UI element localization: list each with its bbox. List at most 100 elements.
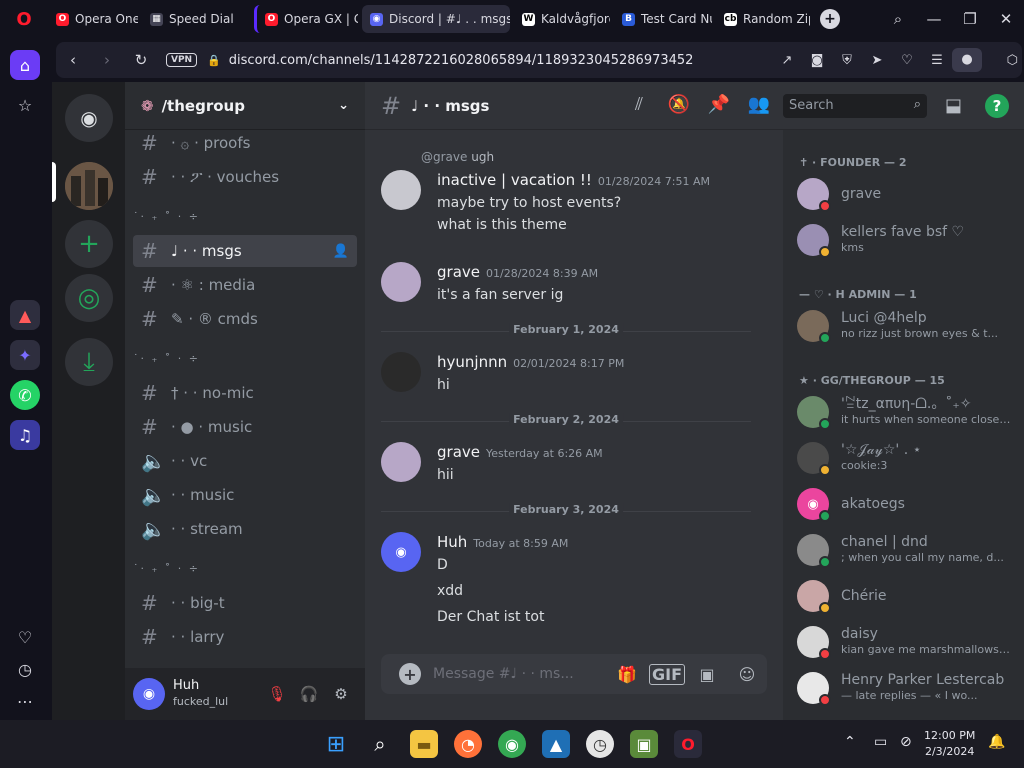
new-tab-button[interactable]: + — [820, 9, 840, 29]
message-author[interactable]: hyunjnnn — [437, 353, 507, 371]
inbox-icon[interactable]: ⬓ — [945, 95, 962, 116]
history-icon[interactable]: ◷ — [10, 654, 40, 684]
url-field[interactable]: discord.com/channels/1142872216028065894… — [229, 53, 694, 68]
tab-wikipedia[interactable]: W Kaldvågfjord — [514, 5, 610, 33]
aria-icon[interactable]: ▲ — [10, 300, 40, 330]
chevron-up-icon[interactable]: ⌃ — [844, 734, 856, 750]
firefox-icon[interactable]: ◔ — [454, 730, 482, 758]
maximize-icon[interactable]: ❐ — [952, 10, 988, 28]
category-header[interactable]: ˙‧ ₊ ˚ ‧ ÷ — [133, 210, 200, 223]
reply-preview[interactable]: @grave ugh — [421, 150, 494, 164]
attach-plus-icon[interactable]: + — [399, 663, 421, 685]
messenger-icon[interactable]: ✦ — [10, 340, 40, 370]
tab-discord[interactable]: ◉ Discord | #♩ . . msgs — [362, 5, 510, 33]
easy-setup-icon[interactable]: ☰ — [922, 53, 952, 68]
threads-icon[interactable]: ⫽ — [619, 94, 659, 115]
sticker-icon[interactable]: ▣ — [687, 665, 727, 684]
music-player-icon[interactable]: ♫ — [10, 420, 40, 450]
tab-test-card[interactable]: B Test Card Nu — [614, 5, 712, 33]
send-icon[interactable]: ➤ — [862, 53, 892, 68]
category-header[interactable]: ˙‧ ₊ ˚ ‧ ÷ — [133, 352, 200, 365]
search-icon[interactable]: ⌕ — [366, 730, 394, 758]
category-header[interactable]: ˙‧ ₊ ˚ ‧ ÷ — [133, 562, 200, 575]
tab-opera-one[interactable]: O Opera One — [48, 5, 138, 33]
channel-cmds[interactable]: # ✎ · ® cmds — [133, 303, 357, 335]
close-icon[interactable]: ✕ — [988, 10, 1024, 28]
member-item[interactable]: Luci @4help no rizz just brown eyes & t..… — [797, 306, 1019, 346]
invite-member-icon[interactable]: 👤 — [333, 244, 349, 259]
channel-big-t[interactable]: # · · big-t — [133, 587, 357, 619]
pin-icon[interactable]: 📌 — [699, 94, 739, 115]
message-author[interactable]: Huh — [437, 533, 467, 551]
search-tabs-icon[interactable]: ⌕ — [880, 10, 916, 28]
member-item[interactable]: Henry Parker Lestercab — late replies — «… — [797, 668, 1019, 708]
tab-speed-dial[interactable]: ▦ Speed Dial — [142, 5, 250, 33]
channel-larry[interactable]: # · · larry — [133, 621, 357, 653]
lock-icon[interactable]: 🔒 — [207, 54, 221, 67]
search-input[interactable]: Search ⌕ — [783, 94, 927, 118]
add-server-icon[interactable]: + — [65, 220, 113, 268]
clock-app-icon[interactable]: ◷ — [586, 730, 614, 758]
avatar[interactable]: ◉ — [133, 678, 165, 710]
explore-servers-icon[interactable]: ◎ — [65, 274, 113, 322]
message-author[interactable]: grave — [437, 263, 480, 281]
member-item[interactable]: 'ꊂtz_απυη-ᗝ.。˚₊✧ it hurts when someone cl… — [797, 392, 1019, 432]
channel-music-text[interactable]: # · ● · music — [133, 411, 357, 443]
more-icon[interactable]: ⋯ — [10, 686, 40, 716]
member-item[interactable]: kellers fave bsf ♡ kms — [797, 220, 1019, 260]
channel-vouches[interactable]: # · · ፖ · vouches — [133, 161, 357, 193]
message-author[interactable]: grave — [437, 443, 480, 461]
forward-icon[interactable]: › — [90, 51, 124, 69]
mic-muted-icon[interactable]: 🎙 — [261, 685, 293, 703]
avatar[interactable] — [381, 262, 421, 302]
back-icon[interactable]: ‹ — [56, 51, 90, 69]
gift-icon[interactable]: 🎁 — [607, 665, 647, 684]
tab-random-zip[interactable]: cb Random Zip — [716, 5, 810, 33]
server-thegroup-icon[interactable] — [65, 162, 113, 210]
avatar[interactable] — [381, 352, 421, 392]
system-clock[interactable]: 12:00 PM 2/3/2024 — [924, 728, 975, 760]
voice-channel-stream[interactable]: 🔈 · · stream — [133, 513, 357, 545]
opera-taskbar-icon[interactable]: O — [674, 730, 702, 758]
member-item[interactable]: chanel | dnd; when you call my name, d..… — [797, 530, 1019, 570]
chevron-down-icon[interactable]: ⌄ — [338, 98, 349, 113]
member-item[interactable]: daisy kian gave me marshmallows :... — [797, 622, 1019, 662]
profile-icon[interactable]: ● — [952, 48, 982, 72]
notification-mute-icon[interactable]: 🔕 — [659, 94, 699, 115]
help-icon[interactable]: ? — [985, 94, 1009, 118]
member-item[interactable]: grave — [797, 174, 1019, 214]
avatar[interactable] — [381, 442, 421, 482]
minimize-icon[interactable]: — — [916, 10, 952, 28]
server-header[interactable]: ❁ /thegroup ⌄ — [125, 82, 365, 130]
user-names[interactable]: Huh fucked_lul — [173, 678, 228, 710]
channel-no-mic[interactable]: # † · · no-mic — [133, 377, 357, 409]
camera-icon[interactable]: ◙ — [802, 53, 832, 68]
windows-start-icon[interactable]: ⊞ — [322, 730, 350, 758]
heart-icon[interactable]: ♡ — [10, 622, 40, 652]
voice-channel-music[interactable]: 🔈 · · music — [133, 479, 357, 511]
display-icon[interactable]: ▭ — [874, 734, 887, 750]
channel-msgs[interactable]: # ♩ · · msgs 👤 — [133, 235, 357, 267]
photos-icon[interactable]: ▲ — [542, 730, 570, 758]
member-item[interactable]: ◉ akatoegs — [797, 484, 1019, 524]
avatar[interactable]: ◉ — [381, 532, 421, 572]
gear-icon[interactable]: ⚙ — [325, 685, 357, 703]
extensions-icon[interactable]: ⬡ — [1007, 53, 1018, 68]
star-icon[interactable]: ☆ — [10, 90, 40, 120]
member-list-icon[interactable]: 👥 — [739, 94, 779, 115]
opera-menu-icon[interactable]: O — [0, 0, 48, 38]
file-explorer-icon[interactable]: ▬ — [410, 730, 438, 758]
network-off-icon[interactable]: ⊘ — [900, 734, 912, 750]
member-item[interactable]: '☆𝒥𝒶𝓎☆' . ⋆ cookie:3 — [797, 438, 1019, 478]
voice-channel-vc[interactable]: 🔈 · · vc — [133, 445, 357, 477]
reload-icon[interactable]: ↻ — [124, 51, 158, 69]
message-input[interactable]: Message #♩ · · ms... — [433, 666, 603, 682]
emoji-icon[interactable]: ☺ — [727, 665, 767, 684]
notification-bell-icon[interactable]: 🔔 — [988, 734, 1005, 750]
whatsapp-icon[interactable]: ✆ — [10, 380, 40, 410]
share-icon[interactable]: ↗ — [772, 53, 802, 68]
download-apps-icon[interactable]: ⤓ — [65, 338, 113, 386]
heart-outline-icon[interactable]: ♡ — [892, 53, 922, 68]
tab-opera-gx[interactable]: O Opera GX | G — [254, 5, 358, 33]
channel-proofs[interactable]: # · ۞ · proofs — [133, 130, 357, 159]
